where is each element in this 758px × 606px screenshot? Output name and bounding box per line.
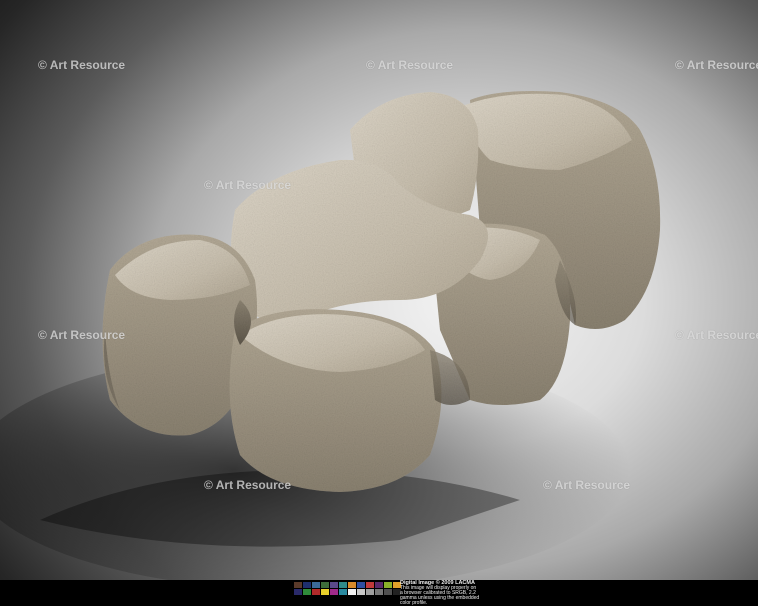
stone-sculpture-image [0,91,661,580]
color-swatch [384,589,392,595]
color-swatch [330,589,338,595]
color-swatch [357,589,365,595]
watermark-text: © Art Resource [204,478,292,492]
color-swatch [321,582,329,588]
color-swatch [339,582,347,588]
color-swatch [357,582,365,588]
color-swatch [330,582,338,588]
credit-body: This image will display properly on a br… [400,585,480,606]
watermark-text: © Art Resource [204,178,292,192]
color-swatch-grid [294,582,401,595]
color-swatch [303,582,311,588]
color-swatch [375,582,383,588]
watermark-text: © Art Resource [675,328,758,342]
color-swatch [312,582,320,588]
color-swatch [348,589,356,595]
watermark-text: © Art Resource [543,478,631,492]
color-swatch [366,582,374,588]
color-swatch [303,589,311,595]
color-swatch [294,582,302,588]
photo: © Art Resource © Art Resource © Art Reso… [0,0,758,580]
image-credit: Digital Image © 2009 LACMA This image wi… [400,580,480,606]
color-swatch [339,589,347,595]
watermark-text: © Art Resource [38,328,126,342]
color-swatch [321,589,329,595]
color-swatch [375,589,383,595]
color-swatch [294,589,302,595]
color-swatch [312,589,320,595]
watermark-text: © Art Resource [366,58,454,72]
color-swatch [348,582,356,588]
swatch-row [294,589,401,595]
watermark-text: © Art Resource [38,58,126,72]
watermark-text: © Art Resource [675,58,758,72]
swatch-row [294,582,401,588]
color-calibration-strip: Digital Image © 2009 LACMA This image wi… [0,580,758,606]
color-swatch [366,589,374,595]
color-swatch [384,582,392,588]
